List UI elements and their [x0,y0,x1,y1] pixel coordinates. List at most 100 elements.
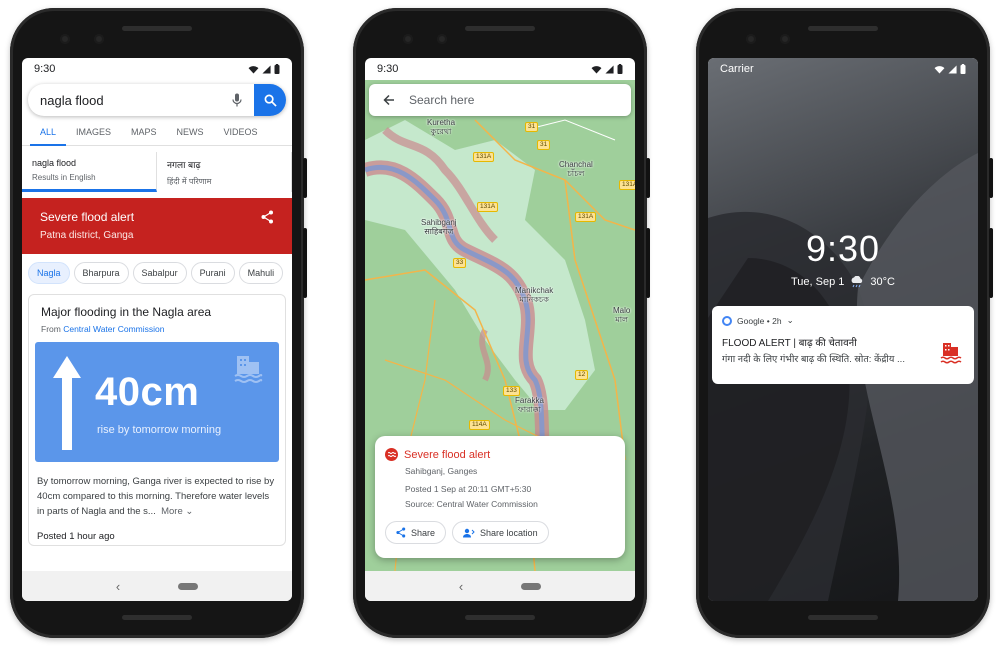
flood-alert-banner[interactable]: Severe flood alert Patna district, Ganga [22,198,292,254]
power-button [303,158,307,198]
source-prefix: From [41,324,61,334]
earpiece [808,26,878,31]
flood-notification[interactable]: Google • 2h ⌄ FLOOD ALERT | बाढ़ की चेता… [712,306,974,384]
card-title: Major flooding in the Nagla area [41,305,212,319]
search-button[interactable] [254,84,286,116]
bottom-speaker [465,615,535,620]
back-nav-icon[interactable]: ‹ [459,579,463,594]
share-label: Share [411,527,436,538]
lock-temperature: 30°C [870,276,895,288]
tab-videos[interactable]: VIDEOS [214,120,268,146]
source-link[interactable]: Central Water Commission [63,324,164,334]
more-link[interactable]: More ⌄ [158,506,193,517]
phone-lockscreen: Carrier 9:30 Tue, Sep 1 30°C Google • 2h… [696,8,993,638]
map-search-bar[interactable]: Search here [369,84,631,116]
tab-images[interactable]: IMAGES [66,120,121,146]
bottom-speaker [122,615,192,620]
battery-icon [617,64,623,74]
tab-all[interactable]: ALL [30,120,67,146]
volume-button [303,228,307,298]
road-marker: 33 [453,258,467,268]
search-icon [264,94,277,107]
google-app-icon [722,315,732,326]
chip-sabalpur[interactable]: Sabalpur [132,262,187,284]
home-pill[interactable] [521,582,542,590]
lang-english-sub: Results in English [32,173,96,182]
notif-app-label: Google • 2h [737,315,782,326]
share-location-button[interactable]: Share location [452,521,549,544]
search-bar[interactable]: nagla flood [28,84,286,116]
flooded-building-icon [234,356,263,383]
map-alert-title: Severe flood alert [404,448,491,461]
road-marker: 114A [469,420,490,430]
card-body: By tomorrow morning, Ganga river is expe… [35,474,279,519]
lock-screen: Carrier 9:30 Tue, Sep 1 30°C Google • 2h… [708,58,978,601]
map-label-manikchak: Manikchak মানিকচক [515,286,554,304]
share-location-label: Share location [480,527,538,538]
wifi-icon [248,65,259,74]
flood-info-card: Major flooding in the Nagla area From Ce… [28,294,286,546]
wifi-icon [591,65,602,74]
share-button[interactable]: Share [385,521,447,544]
lock-clock: 9:30 [805,228,881,269]
front-camera [746,34,756,44]
notif-body: गंगा नदी के लिए गंभीर बाढ़ की स्थिति. स्… [722,354,905,365]
screen: 9:30 Kuretha কুরেথা Chanchal চাঁচল Sahib… [365,58,635,601]
alert-icon [385,448,398,461]
back-arrow-icon[interactable] [369,94,409,106]
tab-maps[interactable]: MAPS [121,120,167,146]
road-marker: 131A [575,212,597,222]
screen: Carrier 9:30 Tue, Sep 1 30°C Google • 2h… [708,58,978,601]
lang-hindi-sub: हिंदी में परिणाम [167,177,212,186]
road-marker: 131A [619,180,635,190]
tab-news[interactable]: NEWS [167,120,214,146]
up-arrow-icon [53,356,81,450]
earpiece [122,26,192,31]
road-marker: 131A [477,202,499,212]
status-bar: 9:30 [22,58,292,80]
lang-english-title: nagla flood [32,158,77,168]
rise-value: 40cm [95,370,200,414]
power-button [989,158,993,198]
battery-icon [274,64,280,74]
alert-title: Severe flood alert [40,210,135,224]
rise-caption: rise by tomorrow morning [97,424,222,436]
power-button [646,158,650,198]
chevron-down-icon[interactable]: ⌄ [787,315,794,326]
phone-maps: 9:30 Kuretha কুরেথা Chanchal চাঁচল Sahib… [353,8,650,638]
card-body-text: By tomorrow morning, Ganga river is expe… [37,476,275,517]
map-label-kuretha: Kuretha কুরেথা [427,118,456,136]
earpiece [465,26,535,31]
chip-bharpura[interactable]: Bharpura [73,262,129,284]
water-rise-panel: 40cm rise by tomorrow morning [35,342,279,462]
share-icon[interactable] [261,210,274,224]
search-input[interactable]: nagla flood [40,93,224,108]
back-nav-icon[interactable]: ‹ [116,579,120,594]
notif-title: FLOOD ALERT | बाढ़ की चेतावनी [722,338,857,349]
person-share-icon [463,528,475,537]
search-tabs: ALL IMAGES MAPS NEWS VIDEOS [22,120,292,146]
front-camera [60,34,70,44]
chip-purani[interactable]: Purani [190,262,235,284]
status-time: 9:30 [34,63,56,75]
front-camera [403,34,413,44]
card-source: From Central Water Commission [35,324,279,334]
map-view[interactable]: Kuretha কুরেথা Chanchal চাঁচল Sahibganj … [365,80,635,571]
status-time: 9:30 [377,63,399,75]
lang-english[interactable]: nagla flood Results in English [22,152,157,192]
mic-icon[interactable] [224,93,250,107]
signal-icon [262,64,271,74]
flood-alert-card[interactable]: Severe flood alert Sahibganj, Ganges Pos… [375,436,625,558]
chip-mahuli[interactable]: Mahuli [238,262,284,284]
alert-source: Source: Central Water Commission [405,499,538,509]
bottom-speaker [808,615,878,620]
lang-hindi-title: नगला बाढ़ [167,160,201,170]
home-pill[interactable] [178,582,199,590]
lang-hindi[interactable]: नगला बाढ़ हिंदी में परिणाम [157,152,292,192]
signal-icon [605,64,614,74]
chip-nagla[interactable]: Nagla [28,262,70,284]
map-search-input[interactable]: Search here [409,93,474,107]
language-toggle: nagla flood Results in English नगला बाढ़… [22,152,292,192]
alert-subtitle: Patna district, Ganga [40,230,134,241]
nav-bar: ‹ [365,571,635,601]
